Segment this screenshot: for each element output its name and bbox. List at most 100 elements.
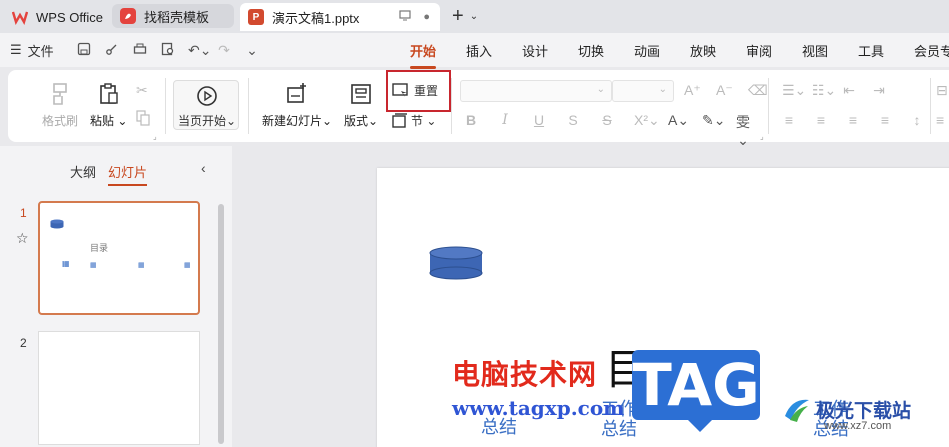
superscript-icon[interactable]: X²⌄ bbox=[634, 112, 660, 149]
site-name: 极光下载站 bbox=[816, 400, 912, 422]
wps-logo-icon bbox=[12, 9, 28, 25]
plus-icon: + bbox=[452, 4, 464, 27]
tab-slides[interactable]: 幻灯片 bbox=[108, 162, 148, 186]
slide-thumbnail-1[interactable]: 目录 ▦ ▦ ▦ ▦ bbox=[38, 201, 200, 315]
section-label: 节 ⌄ bbox=[411, 114, 437, 128]
tab-template[interactable]: 找稻壳模板 bbox=[112, 4, 234, 28]
text-format-tools: B I U S S X²⌄ A⌄ ✎⌄ 雯⌄ bbox=[464, 112, 750, 149]
new-slide-button[interactable]: 新建幻灯片⌄ bbox=[262, 82, 332, 129]
tab-view[interactable]: 视图 bbox=[802, 41, 858, 60]
chevron-down-icon: ⌄ bbox=[658, 84, 667, 95]
tab-label: 找稻壳模板 bbox=[144, 9, 210, 25]
ribbon-tabs: 开始 插入 设计 切换 动画 放映 审阅 视图 工具 会员专 bbox=[410, 41, 949, 69]
numbered-list-icon[interactable]: ☷⌄ bbox=[812, 82, 836, 99]
clear-format-icon[interactable]: ⌫ bbox=[748, 82, 768, 99]
clipboard-expand-icon[interactable]: ⌟ bbox=[153, 132, 157, 141]
quick-access-toolbar: ↶⌄ ↷ ⌄ bbox=[76, 42, 260, 59]
increase-indent-icon[interactable]: ⇥ bbox=[872, 82, 886, 99]
highlight-color-icon[interactable]: ✎⌄ bbox=[702, 112, 725, 149]
line-spacing-icon[interactable]: ↕ bbox=[910, 112, 924, 128]
cut-icon[interactable]: ✂ bbox=[136, 82, 148, 99]
font-family-select[interactable]: ⌄ bbox=[460, 80, 612, 102]
decrease-indent-icon[interactable]: ⇤ bbox=[842, 82, 856, 99]
monitor-icon[interactable] bbox=[399, 10, 411, 24]
tab-member[interactable]: 会员专 bbox=[914, 41, 949, 60]
layout-label: 版式⌄ bbox=[344, 114, 379, 128]
tab-document[interactable]: P 演示文稿1.pptx ● bbox=[240, 3, 440, 31]
share-icon[interactable] bbox=[104, 42, 120, 59]
tab-wps-office[interactable]: WPS Office bbox=[4, 3, 108, 31]
tag-watermark-logo: TAG bbox=[632, 350, 760, 432]
slide-number: 1 bbox=[20, 206, 27, 220]
format-painter-label: 格式刷 bbox=[42, 114, 79, 128]
italic-icon[interactable]: I bbox=[498, 112, 512, 149]
slide-number: 2 bbox=[20, 336, 27, 350]
reset-label: 重置 bbox=[414, 84, 439, 98]
star-icon[interactable]: ☆ bbox=[16, 230, 29, 247]
copy-icon[interactable] bbox=[136, 110, 150, 129]
panel-scrollbar[interactable] bbox=[218, 204, 224, 444]
strikethrough-icon[interactable]: S bbox=[600, 112, 614, 149]
distribute-icon[interactable]: ≡ bbox=[936, 112, 944, 128]
play-from-current-button[interactable]: 当页开始⌄ bbox=[173, 80, 239, 130]
tab-slideshow[interactable]: 放映 bbox=[690, 41, 746, 60]
redo-icon[interactable]: ↷ bbox=[216, 42, 232, 59]
print-icon[interactable] bbox=[132, 42, 148, 59]
font-size-select[interactable]: ⌄ bbox=[612, 80, 674, 102]
bullet-list-icon[interactable]: ☰⌄ bbox=[782, 82, 806, 99]
tab-design[interactable]: 设计 bbox=[522, 41, 578, 60]
font-expand-icon[interactable]: ⌟ bbox=[760, 132, 764, 141]
bold-icon[interactable]: B bbox=[464, 112, 478, 149]
text-direction-icon[interactable]: ⊟ bbox=[936, 82, 948, 99]
tab-home[interactable]: 开始 bbox=[410, 41, 466, 69]
more-chevron-icon[interactable]: ⌄ bbox=[244, 42, 260, 59]
tab-insert[interactable]: 插入 bbox=[466, 41, 522, 60]
new-tab-button[interactable]: + ⌄ bbox=[452, 4, 478, 28]
thumb-item: ▦ bbox=[62, 259, 70, 268]
justify-icon[interactable]: ≡ bbox=[878, 112, 892, 128]
layout-icon bbox=[351, 84, 371, 104]
align-right-icon[interactable]: ≡ bbox=[846, 112, 860, 128]
site-url: www.xz7.com bbox=[824, 420, 892, 432]
reset-icon bbox=[392, 82, 408, 97]
slide-item[interactable]: 总结 bbox=[481, 418, 517, 438]
tab-label: 演示文稿1.pptx bbox=[272, 10, 360, 26]
phonetic-guide-icon[interactable]: 雯⌄ bbox=[736, 112, 750, 149]
chevron-down-icon: ⌄ bbox=[469, 10, 479, 22]
section-icon bbox=[392, 112, 407, 128]
reset-button[interactable]: 重置 bbox=[392, 82, 438, 99]
thumb-title: 目录 bbox=[90, 243, 109, 253]
file-menu[interactable]: ☰ 文件 bbox=[10, 41, 54, 60]
site-watermark-logo: 极光下载站 www.xz7.com bbox=[782, 394, 912, 432]
font-color-icon[interactable]: A⌄ bbox=[668, 112, 689, 149]
unsaved-dot-icon: ● bbox=[423, 11, 430, 23]
collapse-panel-icon[interactable]: ‹ bbox=[201, 160, 206, 176]
undo-icon[interactable]: ↶⌄ bbox=[188, 42, 211, 59]
shadow-icon[interactable]: S bbox=[566, 112, 580, 149]
slide-thumbnail-2[interactable] bbox=[38, 331, 200, 445]
align-center-icon[interactable]: ≡ bbox=[814, 112, 828, 128]
tab-tools[interactable]: 工具 bbox=[858, 41, 914, 60]
underline-icon[interactable]: U bbox=[532, 112, 546, 149]
watermark-url: www.tagxp.com bbox=[452, 396, 625, 420]
format-painter-button[interactable]: 格式刷 bbox=[42, 82, 78, 129]
print-preview-icon[interactable] bbox=[160, 42, 176, 59]
paragraph-list-tools: ☰⌄ ☷⌄ ⇤ ⇥ bbox=[782, 82, 886, 99]
section-button[interactable]: 节 ⌄ bbox=[392, 112, 436, 129]
cylinder-shape[interactable] bbox=[429, 246, 483, 280]
paste-button[interactable]: 粘贴 ⌄ bbox=[90, 82, 127, 129]
ppt-file-icon: P bbox=[248, 9, 264, 25]
tab-animation[interactable]: 动画 bbox=[634, 41, 690, 60]
tab-transition[interactable]: 切换 bbox=[578, 41, 634, 60]
panel-tabs: 大纲 幻灯片 bbox=[70, 162, 148, 186]
layout-button[interactable]: 版式⌄ bbox=[344, 82, 378, 129]
decrease-font-icon[interactable]: A⁻ bbox=[716, 82, 733, 99]
tab-review[interactable]: 审阅 bbox=[746, 41, 802, 60]
tab-outline[interactable]: 大纲 bbox=[70, 162, 96, 181]
play-from-current-label: 当页开始⌄ bbox=[178, 114, 237, 128]
save-icon[interactable] bbox=[76, 42, 92, 59]
paste-label: 粘贴 ⌄ bbox=[90, 114, 128, 128]
font-size-tools: A⁺ A⁻ ⌫ bbox=[684, 82, 768, 99]
align-left-icon[interactable]: ≡ bbox=[782, 112, 796, 128]
increase-font-icon[interactable]: A⁺ bbox=[684, 82, 701, 99]
